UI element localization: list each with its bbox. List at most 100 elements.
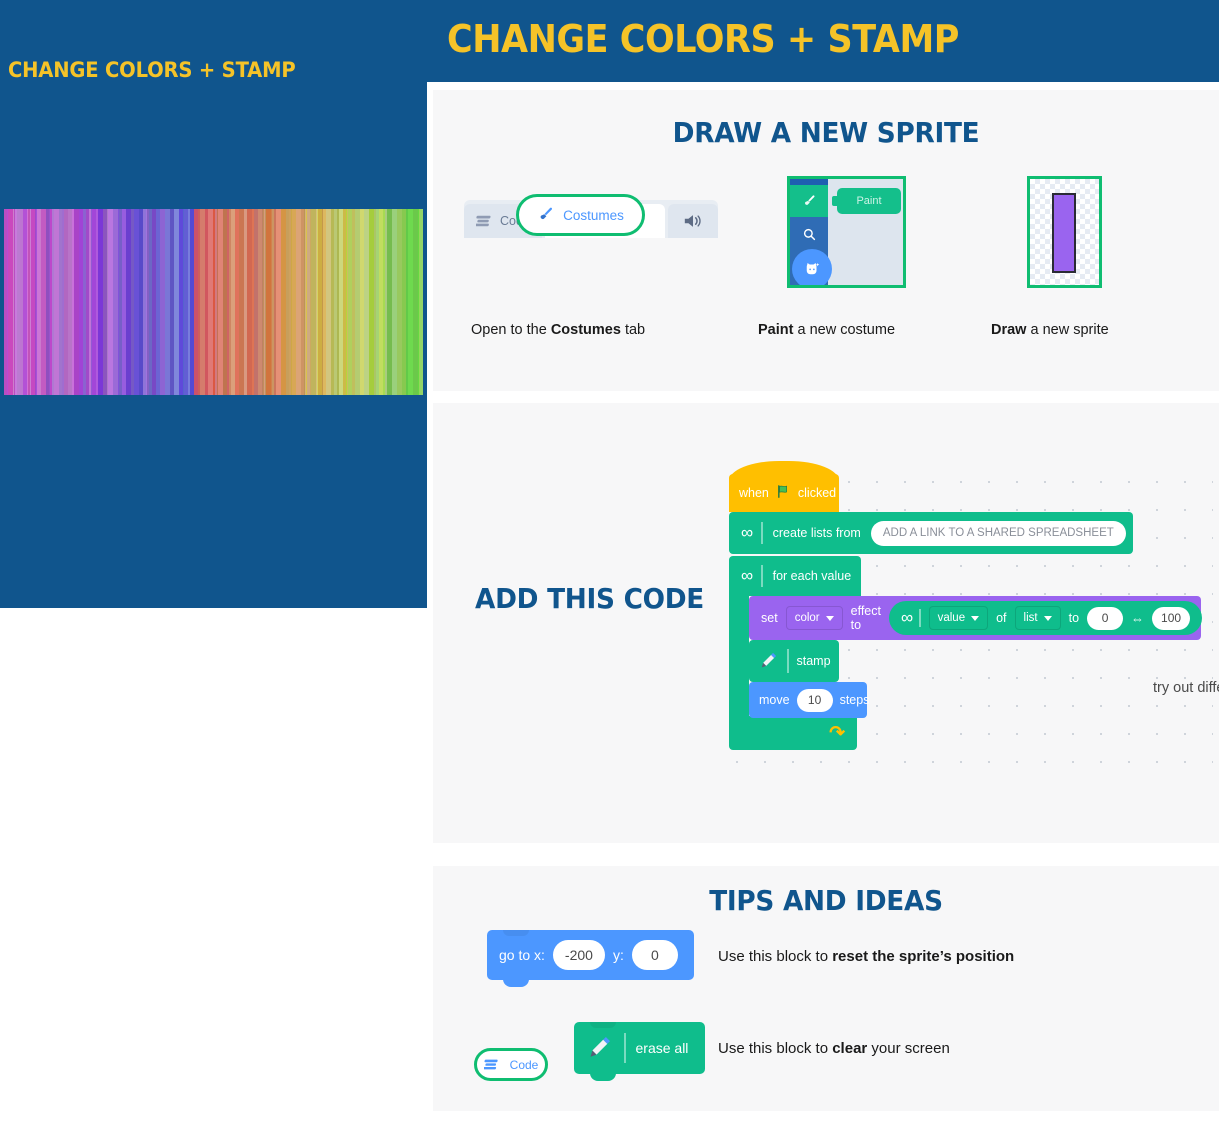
section-draw-a-new-sprite: DRAW A NEW SPRITE Code Costumes Paint Op… xyxy=(433,90,1219,391)
block-create-lists-from[interactable]: ∞ create lists from ADD A LINK TO A SHAR… xyxy=(729,512,1133,554)
block-divider xyxy=(919,609,921,627)
chevron-down-icon xyxy=(971,615,980,621)
block-when-flag-clicked[interactable]: when clicked xyxy=(729,461,839,512)
section-tips-and-ideas: TIPS AND IDEAS go to x: -200 y: 0 Use th… xyxy=(433,866,1219,1111)
section-title-add-code: ADD THIS CODE xyxy=(475,582,704,615)
block-divider xyxy=(624,1033,626,1063)
infinity-icon: ∞ xyxy=(900,608,913,627)
code-tab-label: Code xyxy=(509,1057,539,1072)
range-min-value: 0 xyxy=(1101,611,1109,625)
tab-sounds-speaker[interactable] xyxy=(668,204,718,238)
reporter-value-of-list[interactable]: ∞ value of list to 0 ⇔ 100 xyxy=(888,601,1203,635)
paint-search-option[interactable] xyxy=(790,217,828,251)
block-top-bump xyxy=(590,1022,616,1028)
c-block-left-arm xyxy=(729,596,749,716)
block-move-label: move xyxy=(759,693,790,707)
goto-y-label: y: xyxy=(612,947,624,963)
caption-open-pre: Open to the xyxy=(471,322,551,338)
left-panel-title: CHANGE COLORS + STAMP xyxy=(8,58,296,82)
range-min-input[interactable]: 0 xyxy=(1087,606,1124,630)
costumes-tab-label: Costumes xyxy=(563,207,624,223)
spreadsheet-link-text: ADD A LINK TO A SHARED SPREADSHEET xyxy=(882,527,1114,539)
block-go-to-xy[interactable]: go to x: -200 y: 0 xyxy=(487,930,694,987)
paint-brush-option[interactable] xyxy=(790,185,828,217)
section-title-tips: TIPS AND IDEAS xyxy=(709,884,943,917)
color-effect-dropdown[interactable]: color xyxy=(785,606,843,630)
block-set-color-effect[interactable]: set color effect to ∞ value of list to 0… xyxy=(749,596,1203,640)
paintbrush-icon xyxy=(537,206,555,224)
section-add-this-code: ADD THIS CODE Costumes xyxy=(433,403,1219,1082)
color-stripes-artwork xyxy=(4,209,423,395)
tip2-bold: clear xyxy=(832,1040,868,1057)
goto-y-input[interactable]: 0 xyxy=(631,940,678,970)
tip1-bold: reset the sprite’s position xyxy=(832,948,1015,965)
list-dropdown[interactable]: list xyxy=(1014,606,1061,630)
block-to-label: to xyxy=(1068,611,1080,625)
green-flag-icon xyxy=(776,484,791,502)
code-tab-highlight[interactable]: Code xyxy=(474,1048,548,1081)
block-top-bump xyxy=(503,930,529,936)
tip-text-reset-position: Use this block to reset the sprite’s pos… xyxy=(718,948,1014,965)
caption-open-costumes: Open to the Costumes tab xyxy=(471,322,645,338)
c-block-bottom: ↷ xyxy=(729,716,857,750)
block-stamp[interactable]: stamp xyxy=(749,640,839,682)
speaker-icon xyxy=(683,212,703,230)
paint-menu-screenshot: Paint xyxy=(787,176,906,288)
list-dropdown-label: list xyxy=(1023,612,1038,624)
goto-x-input[interactable]: -200 xyxy=(552,940,605,970)
choose-a-sprite-button[interactable] xyxy=(792,249,832,285)
pen-icon xyxy=(584,1033,614,1063)
block-bottom-notch xyxy=(503,979,529,987)
block-set-label: set xyxy=(761,611,778,625)
scratch-code-canvas: when clicked ∞ create lists from ADD A L… xyxy=(723,461,1219,788)
spreadsheet-link-input[interactable]: ADD A LINK TO A SHARED SPREADSHEET xyxy=(870,520,1126,546)
block-of-label: of xyxy=(996,611,1007,625)
section-title-draw: DRAW A NEW SPRITE xyxy=(672,116,980,149)
caption-draw-post: a new sprite xyxy=(1026,322,1109,338)
caption-paint-bold: Paint xyxy=(758,322,794,338)
infinity-icon: ∞ xyxy=(741,566,753,585)
tip-text-clear-screen: Use this block to clear your screen xyxy=(718,1040,950,1057)
block-divider xyxy=(761,522,763,544)
code-icon xyxy=(474,214,494,228)
range-max-input[interactable]: 100 xyxy=(1152,606,1191,630)
code-icon xyxy=(482,1058,502,1072)
tip2-post: your screen xyxy=(867,1040,950,1057)
goto-x-label: go to x: xyxy=(499,947,545,963)
chevron-down-icon xyxy=(1043,615,1052,621)
erase-all-label: erase all xyxy=(635,1040,689,1056)
block-divider xyxy=(761,565,763,587)
range-max-value: 100 xyxy=(1161,611,1182,625)
value-dropdown[interactable]: value xyxy=(928,606,989,630)
paint-tooltip[interactable]: Paint xyxy=(832,188,901,214)
block-bottom-notch xyxy=(590,1073,616,1081)
goto-y-value: 0 xyxy=(650,947,659,963)
block-divider xyxy=(787,649,789,673)
goto-x-value: -200 xyxy=(564,947,593,963)
block-erase-all[interactable]: erase all xyxy=(574,1022,705,1081)
block-for-each-label: for each value xyxy=(772,569,852,583)
caption-draw-sprite: Draw a new sprite xyxy=(991,322,1109,338)
tip2-pre: Use this block to xyxy=(718,1040,833,1057)
caption-draw-bold: Draw xyxy=(991,322,1027,338)
page-title: CHANGE COLORS + STAMP xyxy=(447,17,959,61)
pen-icon xyxy=(757,650,779,672)
move-steps-value: 10 xyxy=(807,693,822,707)
left-panel: CHANGE COLORS + STAMP xyxy=(0,0,427,608)
infographic-page: CHANGE COLORS + STAMP CHANGE COLORS + ST… xyxy=(0,0,1219,1121)
infinity-icon: ∞ xyxy=(741,523,753,542)
block-stamp-label: stamp xyxy=(796,654,831,668)
caption-paint-costume: Paint a new costume xyxy=(758,322,895,338)
block-for-each-value[interactable]: ∞ for each value xyxy=(729,556,861,596)
block-steps-label: steps xyxy=(839,693,870,707)
block-move-steps[interactable]: move 10 steps xyxy=(749,682,870,718)
block-effect-to-label: effect to xyxy=(850,604,881,632)
move-steps-input[interactable]: 10 xyxy=(796,688,833,712)
value-dropdown-label: value xyxy=(937,612,966,624)
caption-open-post: tab xyxy=(620,322,646,338)
drawn-sprite-screenshot xyxy=(1027,176,1102,288)
loop-arrow-icon: ↷ xyxy=(829,722,845,744)
caption-paint-post: a new costume xyxy=(793,322,896,338)
costumes-tab-highlight[interactable]: Costumes xyxy=(516,194,645,236)
block-clicked-label: clicked xyxy=(797,486,837,500)
